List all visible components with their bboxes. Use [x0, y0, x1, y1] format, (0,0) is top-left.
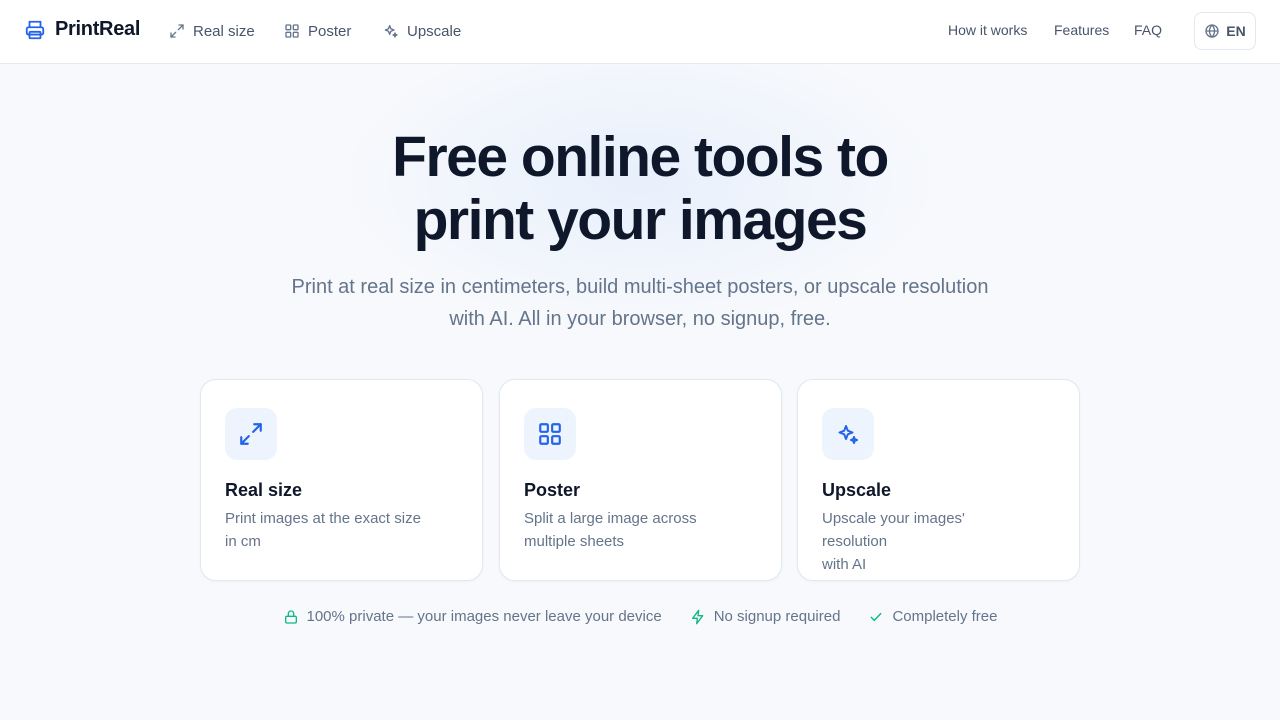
hero-title-line2: print your images: [413, 188, 868, 252]
card-description-line1: Print images at the exact size: [225, 510, 421, 527]
trust-badges: 100% private — your images never leave y…: [0, 608, 1280, 625]
badge-private: 100% private — your images never leave y…: [283, 608, 662, 625]
expand-icon: [169, 23, 185, 39]
nav-poster[interactable]: Poster: [284, 20, 351, 42]
top-navbar: PrintReal Real size Poster Upscale How i…: [0, 0, 1280, 64]
grid-icon: [524, 408, 576, 460]
hero-title-line1: Free online tools to: [392, 125, 889, 189]
card-description-line1: Split a large image across: [524, 510, 697, 527]
grid-icon: [284, 23, 300, 39]
card-description-line2: with AI: [822, 556, 867, 573]
brand-name: PrintReal: [55, 18, 141, 40]
tool-card-real-size[interactable]: Real size Print images at the exact size…: [200, 379, 483, 581]
tool-card-poster[interactable]: Poster Split a large image across multip…: [499, 379, 782, 581]
link-features[interactable]: Features: [1054, 22, 1109, 38]
hero-title: Free online tools to print your images: [0, 126, 1280, 252]
nav-upscale[interactable]: Upscale: [383, 20, 461, 42]
card-description-line2: in cm: [225, 533, 261, 550]
bolt-icon: [690, 609, 706, 625]
nav-poster-label: Poster: [308, 22, 352, 40]
card-title: Real size: [225, 480, 303, 500]
hero-subtitle-line2: with AI. All in your browser, no signup,…: [449, 308, 831, 330]
card-description-line2: multiple sheets: [524, 533, 625, 550]
expand-icon: [225, 408, 277, 460]
card-description-line1: Upscale your images' resolution: [822, 510, 965, 550]
language-label: EN: [1226, 23, 1246, 39]
card-description: Split a large image across multiple shee…: [524, 507, 734, 553]
lock-icon: [283, 609, 299, 625]
card-description: Print images at the exact size in cm: [225, 507, 435, 553]
brand-logo[interactable]: PrintReal: [24, 18, 140, 41]
nav-upscale-label: Upscale: [407, 22, 462, 40]
card-title: Upscale: [822, 480, 892, 500]
card-description: Upscale your images' resolution with AI: [822, 507, 1032, 576]
nav-real-size[interactable]: Real size: [169, 20, 255, 42]
sparkles-icon: [822, 408, 874, 460]
link-faq[interactable]: FAQ: [1134, 22, 1162, 38]
badge-private-text: 100% private — your images never leave y…: [306, 608, 662, 625]
link-how-it-works[interactable]: How it works: [948, 22, 1027, 38]
check-icon: [868, 609, 884, 625]
badge-free: Completely free: [868, 608, 997, 625]
badge-no-signup-text: No signup required: [713, 608, 841, 625]
nav-real-size-label: Real size: [193, 22, 255, 40]
globe-icon: [1204, 23, 1220, 39]
language-selector[interactable]: EN: [1194, 12, 1256, 50]
tool-card-upscale[interactable]: Upscale Upscale your images' resolution …: [797, 379, 1080, 581]
hero-subtitle: Print at real size in centimeters, build…: [250, 271, 1030, 335]
card-title: Poster: [524, 480, 581, 500]
sparkles-icon: [383, 23, 399, 39]
printer-icon: [24, 19, 46, 41]
hero-subtitle-line1: Print at real size in centimeters, build…: [291, 276, 989, 298]
badge-free-text: Completely free: [892, 608, 998, 625]
badge-no-signup: No signup required: [690, 608, 841, 625]
